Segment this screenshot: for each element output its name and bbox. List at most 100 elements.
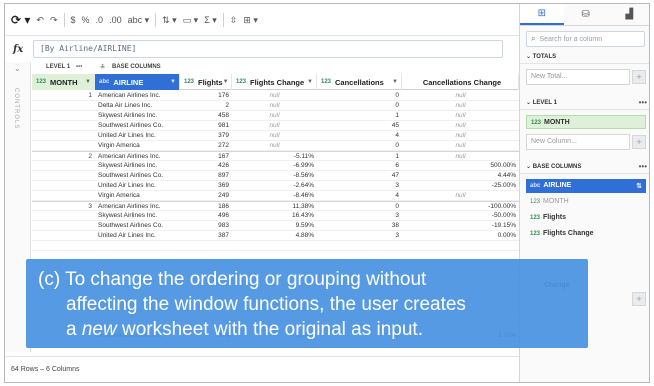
refresh-button[interactable]: ⟳ ▾ <box>11 14 30 26</box>
cell-flights[interactable]: 379 <box>180 131 232 140</box>
cell-month[interactable]: 2 <box>32 152 95 160</box>
add-base-column-button[interactable]: + <box>632 292 646 306</box>
undo-button[interactable]: ↶ <box>36 14 44 26</box>
cell-fc[interactable]: -8.46% <box>232 191 317 200</box>
cell-canc[interactable]: 45 <box>317 121 402 130</box>
tab-columns[interactable]: ⊞ <box>520 4 564 25</box>
cell-canc[interactable]: 47 <box>317 171 402 180</box>
base-column-flights-change[interactable]: 123 Flights Change <box>526 227 646 241</box>
cell-month[interactable] <box>32 191 95 200</box>
cell-flights[interactable]: 496 <box>180 211 232 220</box>
cell-airline[interactable]: United Air Lines Inc. <box>95 231 180 240</box>
cell-fc[interactable]: null <box>232 141 317 150</box>
cell-cc[interactable]: -19.15% <box>402 221 519 230</box>
sort-icon[interactable]: ⇅ <box>636 182 642 190</box>
cell-cc[interactable]: -50.00% <box>402 211 519 220</box>
cell-airline[interactable]: Southwest Airlines Co. <box>95 221 180 230</box>
cell-airline[interactable]: Southwest Airlines Co. <box>95 121 180 130</box>
header-cancellations[interactable]: 123 Cancellations ▼ <box>317 74 402 90</box>
cell-canc[interactable]: 1 <box>317 152 402 160</box>
cell-month[interactable] <box>32 121 95 130</box>
cell-airline[interactable]: United Air Lines Inc. <box>95 131 180 140</box>
column-width-button[interactable]: ⇳ <box>230 14 238 26</box>
cell-cc[interactable]: null <box>402 91 519 100</box>
cell-flights[interactable]: 167 <box>180 152 232 160</box>
cell-cc[interactable]: 500.00% <box>402 161 519 170</box>
chevron-down-icon[interactable]: ⌄ <box>14 64 21 73</box>
cell-month[interactable] <box>32 181 95 190</box>
add-total-button[interactable]: + <box>632 70 646 84</box>
sum-dropdown[interactable]: Σ ▾ <box>204 14 217 26</box>
cell-cc[interactable]: null <box>402 191 519 200</box>
tab-data[interactable]: ⛁ <box>564 4 608 25</box>
level-column-month[interactable]: 123 MONTH <box>526 115 646 129</box>
cell-flights[interactable]: 2 <box>180 101 232 110</box>
cell-canc[interactable]: 0 <box>317 91 402 100</box>
increase-decimals-button[interactable]: .00 <box>109 14 122 26</box>
cell-fc[interactable]: 9.59% <box>232 221 317 230</box>
cell-flights[interactable]: 176 <box>180 91 232 100</box>
cell-fc[interactable]: -6.99% <box>232 161 317 170</box>
collapse-icon[interactable]: ≚ <box>100 64 105 71</box>
cell-month[interactable] <box>32 101 95 110</box>
cell-cc[interactable]: 4.44% <box>402 171 519 180</box>
cell-month[interactable] <box>32 161 95 170</box>
sort-dropdown[interactable]: ⇅ ▾ <box>162 14 177 26</box>
header-airline[interactable]: abc AIRLINE ▼ <box>95 74 180 90</box>
cell-flights[interactable]: 369 <box>180 181 232 190</box>
cell-canc[interactable]: 1 <box>317 111 402 120</box>
level-more-icon[interactable]: ••• <box>639 98 647 107</box>
cell-flights[interactable]: 249 <box>180 191 232 200</box>
cell-airline[interactable]: Skywest Airlines Inc. <box>95 211 180 220</box>
cell-cc[interactable]: 0.00% <box>402 231 519 240</box>
level-more-icon[interactable]: ••• <box>76 64 82 70</box>
cell-fc[interactable]: -8.56% <box>232 171 317 180</box>
chevron-down-icon[interactable]: ▼ <box>170 79 176 85</box>
cell-canc[interactable]: 3 <box>317 181 402 190</box>
cell-airline[interactable]: American Airlines Inc. <box>95 152 180 160</box>
formula-input[interactable]: [By Airline/AIRLINE] <box>33 40 503 58</box>
chevron-down-icon[interactable]: ▼ <box>392 79 398 85</box>
cell-cc[interactable]: null <box>402 111 519 120</box>
cell-flights[interactable]: 458 <box>180 111 232 120</box>
cell-canc[interactable]: 3 <box>317 211 402 220</box>
cell-airline[interactable]: Delta Air Lines Inc. <box>95 101 180 110</box>
cell-cc[interactable]: null <box>402 131 519 140</box>
cell-canc[interactable]: 0 <box>317 141 402 150</box>
cell-cc[interactable]: -25.00% <box>402 181 519 190</box>
cell-airline[interactable]: Virgin America <box>95 141 180 150</box>
cell-flights[interactable]: 981 <box>180 121 232 130</box>
cell-flights[interactable]: 186 <box>180 202 232 210</box>
cell-month[interactable] <box>32 231 95 240</box>
cell-airline[interactable]: Southwest Airlines Co. <box>95 171 180 180</box>
comment-dropdown[interactable]: ▭ ▾ <box>183 14 199 26</box>
column-search-input[interactable]: ⌕ Search for a column <box>526 31 645 47</box>
cell-fc[interactable]: -2.64% <box>232 181 317 190</box>
cell-canc[interactable]: 4 <box>317 131 402 140</box>
cell-fc[interactable]: null <box>232 131 317 140</box>
header-flights[interactable]: 123 Flights ▼ <box>180 74 232 90</box>
cell-airline[interactable]: Virgin America <box>95 191 180 200</box>
chevron-down-icon[interactable]: ▼ <box>307 79 313 85</box>
cell-airline[interactable]: American Airlines Inc. <box>95 202 180 210</box>
cell-cc[interactable]: -100.00% <box>402 202 519 210</box>
cell-airline[interactable]: American Airlines Inc. <box>95 91 180 100</box>
header-cancellations-change[interactable]: Cancellations Change <box>402 74 519 90</box>
cell-airline[interactable]: Skywest Airlines Inc. <box>95 111 180 120</box>
cell-cc[interactable]: null <box>402 152 519 160</box>
decrease-decimals-button[interactable]: .0 <box>96 14 104 26</box>
cell-fc[interactable]: 16.43% <box>232 211 317 220</box>
base-more-icon[interactable]: ••• <box>639 162 647 171</box>
view-dropdown[interactable]: ⊞ ▾ <box>243 14 258 26</box>
cell-month[interactable] <box>32 211 95 220</box>
cell-airline[interactable]: Skywest Airlines Inc. <box>95 161 180 170</box>
cell-month[interactable] <box>32 141 95 150</box>
cell-month[interactable] <box>32 221 95 230</box>
cell-fc[interactable]: -5.11% <box>232 152 317 160</box>
base-column-month[interactable]: 123 MONTH <box>526 195 646 209</box>
cell-month[interactable] <box>32 171 95 180</box>
totals-section-header[interactable]: ⌄ TOTALS <box>520 50 649 64</box>
cell-cc[interactable]: null <box>402 101 519 110</box>
cell-fc[interactable]: null <box>232 111 317 120</box>
cell-flights[interactable]: 272 <box>180 141 232 150</box>
